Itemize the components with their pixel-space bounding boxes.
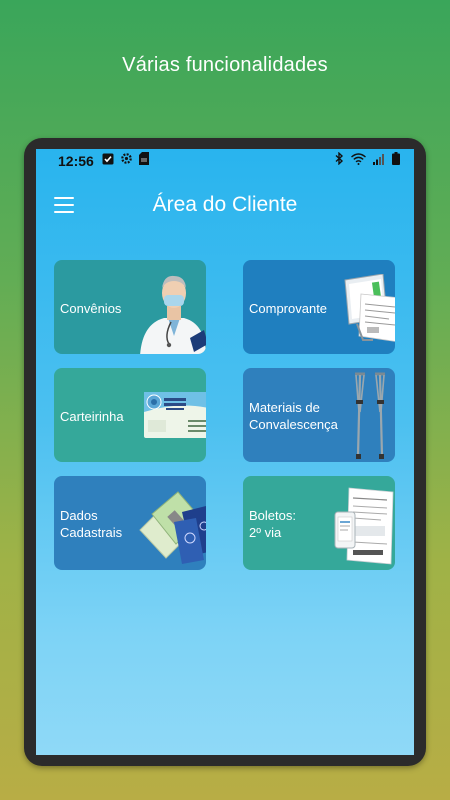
sd-card-icon: [138, 152, 149, 170]
signal-icon: [373, 152, 385, 170]
promo-title: Várias funcionalidades: [122, 54, 328, 76]
card-label: Convênios: [60, 301, 122, 316]
card-convenios[interactable]: Convênios: [54, 260, 206, 354]
card-comprovante[interactable]: Comprovante: [243, 260, 395, 354]
card-label: Materiais de Convalescença: [249, 400, 338, 432]
computer-receipt-image: [343, 273, 395, 349]
card-label: Boletos: 2º via: [249, 508, 296, 540]
membership-card-image: [142, 390, 206, 445]
card-label: Carteirinha: [60, 409, 124, 424]
app-title: Área do Cliente: [152, 193, 298, 216]
card-materiais-convalescenca[interactable]: Materiais de Convalescença: [243, 368, 395, 462]
settings-gear-icon: [120, 152, 133, 170]
card-carteirinha[interactable]: Carteirinha: [54, 368, 206, 462]
crutches-image: [351, 372, 391, 462]
battery-icon: [392, 152, 400, 170]
card-dados-cadastrais[interactable]: Dados Cadastrais: [54, 476, 206, 570]
tablet-frame: 12:56 Área do Cliente Convênios Comprova…: [24, 138, 426, 766]
status-time: 12:56: [58, 153, 94, 169]
doctor-image: [138, 266, 206, 354]
bluetooth-icon: [335, 151, 344, 170]
check-box-icon: [102, 152, 114, 170]
documents-image: [138, 490, 206, 570]
app-bar: Área do Cliente: [36, 183, 414, 227]
invoice-image: [333, 486, 395, 570]
status-bar: 12:56: [36, 149, 414, 173]
app-screen: 12:56 Área do Cliente Convênios Comprova…: [36, 149, 414, 755]
wifi-icon: [351, 152, 366, 170]
card-label: Dados Cadastrais: [60, 508, 123, 540]
card-boletos-segunda-via[interactable]: Boletos: 2º via: [243, 476, 395, 570]
card-label: Comprovante: [249, 301, 328, 316]
